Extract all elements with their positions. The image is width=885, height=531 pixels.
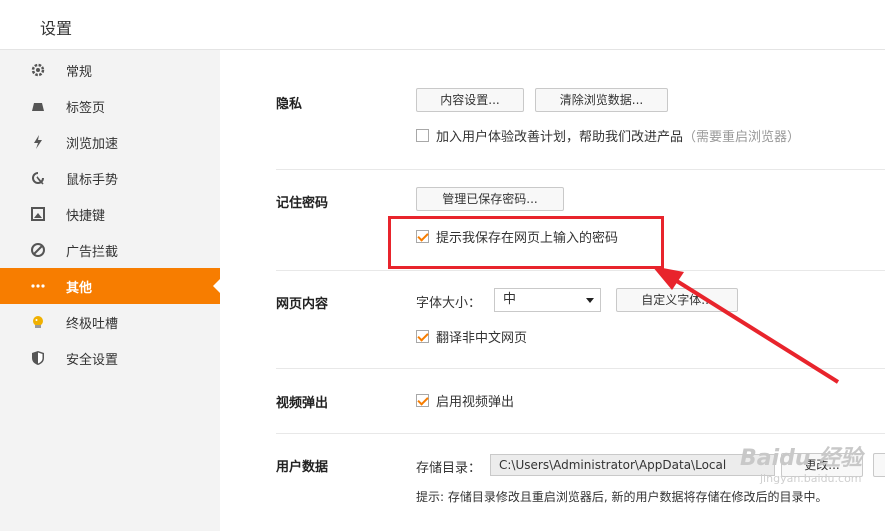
watermark-logo: Baidu 经验 xyxy=(740,446,863,471)
watermark-url: jingyan.baidu.com xyxy=(760,472,862,485)
